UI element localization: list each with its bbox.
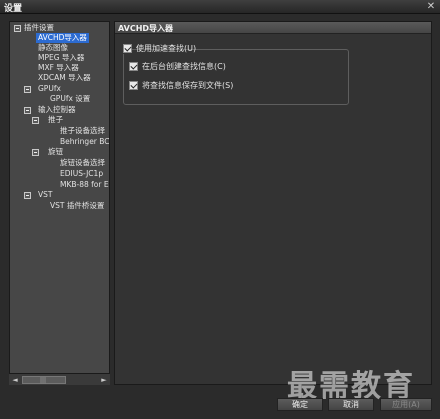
accelerate-option[interactable]: 使用加速查找(U) <box>123 44 196 54</box>
tree-item-vst-bridge-settings[interactable]: VST 插件桥设置 <box>50 201 104 211</box>
accelerate-label: 使用加速查找(U) <box>136 44 197 53</box>
tree-item-edius-jc1p[interactable]: EDIUS-JC1p <box>60 169 103 179</box>
settings-tree[interactable]: 插件设置 AVCHD导入器 静态图像 MPEG 导入器 MXF 导入器 XDCA… <box>9 21 110 385</box>
scrollbar-thumb[interactable]: ||| <box>22 376 66 384</box>
collapse-icon[interactable] <box>24 192 31 199</box>
close-icon[interactable]: ✕ <box>425 1 437 12</box>
ok-button[interactable]: 确定 <box>277 398 323 411</box>
settings-content-panel: AVCHD导入器 使用加速查找(U) 在后台创建查找信息(C) 将查找信息保存到… <box>114 21 432 385</box>
collapse-icon[interactable] <box>24 107 31 114</box>
tree-item-avchd-importer[interactable]: AVCHD导入器 <box>36 33 89 43</box>
content-header: AVCHD导入器 <box>115 22 431 34</box>
tree-item-mkb-88[interactable]: MKB-88 for ED <box>60 180 109 190</box>
options-group <box>123 49 349 105</box>
tree-item-behringer-bcf[interactable]: Behringer BCF <box>60 137 109 147</box>
apply-button[interactable]: 应用(A) <box>380 398 432 411</box>
tree-item-vst[interactable]: VST <box>38 190 52 200</box>
grip-icon: ||| <box>40 377 47 384</box>
title-bar: 设置 ✕ <box>0 0 440 14</box>
accelerate-checkbox[interactable] <box>123 44 132 53</box>
tree-item-knob-device-select[interactable]: 旋钮设备选择 <box>60 158 105 168</box>
tree-item-knob[interactable]: 旋钮 <box>48 147 63 157</box>
collapse-icon[interactable] <box>14 25 21 32</box>
tree-item-input-controller[interactable]: 输入控制器 <box>38 105 76 115</box>
scroll-left-icon[interactable]: ◄ <box>10 375 20 385</box>
tree-item-still-image[interactable]: 静态图像 <box>38 43 68 53</box>
content-title: AVCHD导入器 <box>118 24 174 33</box>
background-label: 在后台创建查找信息(C) <box>142 62 226 71</box>
tree-item-gpufx[interactable]: GPUfx <box>38 84 61 94</box>
save-to-file-checkbox[interactable] <box>129 81 138 90</box>
collapse-icon[interactable] <box>32 117 39 124</box>
tree-item-fader-device-select[interactable]: 推子设备选择 <box>60 126 105 136</box>
tree-item-gpufx-settings[interactable]: GPUfx 设置 <box>50 94 90 104</box>
collapse-icon[interactable] <box>32 149 39 156</box>
tree-item-plugin-settings[interactable]: 插件设置 <box>24 23 54 33</box>
tree-item-fader[interactable]: 推子 <box>48 115 63 125</box>
background-checkbox[interactable] <box>129 62 138 71</box>
tree-item-mxf-importer[interactable]: MXF 导入器 <box>38 63 79 73</box>
save-to-file-label: 将查找信息保存到文件(S) <box>142 81 234 90</box>
window-title: 设置 <box>4 4 23 14</box>
tree-item-xdcam-importer[interactable]: XDCAM 导入器 <box>38 73 91 83</box>
collapse-icon[interactable] <box>24 86 31 93</box>
tree-item-mpeg-importer[interactable]: MPEG 导入器 <box>38 53 84 63</box>
scroll-right-icon[interactable]: ► <box>99 375 109 385</box>
cancel-button[interactable]: 取消 <box>328 398 374 411</box>
horizontal-scrollbar[interactable]: ◄ ||| ► <box>9 373 110 385</box>
